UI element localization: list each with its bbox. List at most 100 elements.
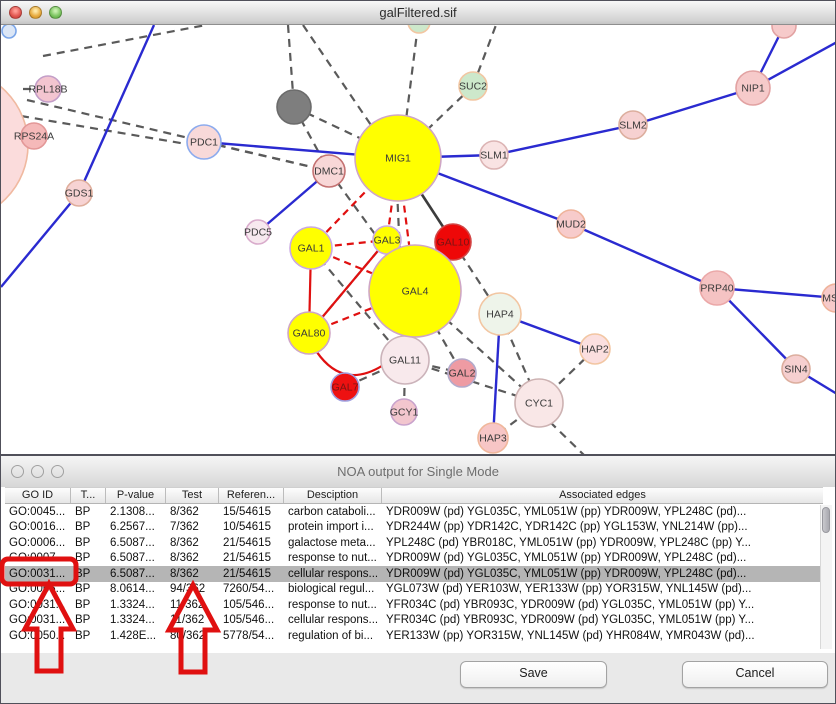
cell-associated-edges: YDR009W (pd) YGL035C, YML051W (pp) YDR00… xyxy=(382,568,823,580)
table-row-4[interactable]: GO:0007...BP6.5087...8/36221/54615respon… xyxy=(5,551,823,567)
cell-t-: BP xyxy=(71,552,106,564)
cell-p-value: 1.3324... xyxy=(106,599,166,611)
cell-t-: BP xyxy=(71,599,106,611)
cell-referen-: 105/546... xyxy=(219,599,284,611)
cell-desciption: biological regul... xyxy=(284,583,382,595)
vertical-scrollbar[interactable] xyxy=(820,505,832,649)
cell-desciption: regulation of bi... xyxy=(284,630,382,642)
cell-test: 80/362 xyxy=(166,630,219,642)
graph-edge-dash xyxy=(43,25,206,56)
cell-go-id: GO:0031... xyxy=(5,599,71,611)
table-row-2[interactable]: GO:0016...BP6.2567...7/36210/54615protei… xyxy=(5,520,823,536)
cell-test: 7/362 xyxy=(166,521,219,533)
cell-associated-edges: YFR034C (pd) YBR093C, YDR009W (pd) YGL03… xyxy=(382,614,823,626)
graph-node-label-GAL4: GAL4 xyxy=(402,286,429,298)
graph-node-label-SUC2: SUC2 xyxy=(459,81,487,93)
cell-referen-: 15/54615 xyxy=(219,506,284,518)
cell-go-id: GO:0050... xyxy=(5,630,71,642)
graph-edge-pp xyxy=(79,25,154,193)
cell-test: 11/362 xyxy=(166,599,219,611)
cell-go-id: GO:0006... xyxy=(5,537,71,549)
graph-node-label-RPS24A: RPS24A xyxy=(14,131,54,143)
graph-node-green-sliver[interactable] xyxy=(408,25,430,33)
cell-go-id: GO:0045... xyxy=(5,506,71,518)
cell-test: 8/362 xyxy=(166,506,219,518)
scrollbar-thumb[interactable] xyxy=(822,507,830,533)
graph-edge-pp xyxy=(1,193,79,287)
column-header-p-value[interactable]: P-value xyxy=(106,488,166,503)
cell-desciption: cellular respons... xyxy=(284,614,382,626)
table-row-5-selected[interactable]: GO:0031...BP6.5087...8/36221/54615cellul… xyxy=(5,566,823,582)
graph-node-label-PDC5: PDC5 xyxy=(244,227,272,239)
cell-associated-edges: YFR034C (pd) YBR093C, YDR009W (pd) YGL03… xyxy=(382,599,823,611)
graph-node-label-GCY1: GCY1 xyxy=(390,407,419,419)
graph-edge-red xyxy=(313,346,385,375)
column-header-test[interactable]: Test xyxy=(166,488,219,503)
cell-desciption: cellular respons... xyxy=(284,568,382,580)
cell-t-: BP xyxy=(71,506,106,518)
cell-p-value: 8.0614... xyxy=(106,583,166,595)
results-table-header: GO IDT...P-valueTestReferen...Desciption… xyxy=(5,487,823,504)
noa-window-title: NOA output for Single Mode xyxy=(1,456,835,487)
cell-t-: BP xyxy=(71,568,106,580)
zoom-button[interactable] xyxy=(49,6,62,19)
graph-node-label-DMC1: DMC1 xyxy=(314,166,344,178)
cell-p-value: 6.5087... xyxy=(106,537,166,549)
graph-node-label-PDC1: PDC1 xyxy=(190,137,218,149)
cell-associated-edges: YPL248C (pd) YBR018C, YML051W (pp) YDR00… xyxy=(382,537,823,549)
cell-desciption: galactose meta... xyxy=(284,537,382,549)
graph-node-label-SLM2: SLM2 xyxy=(619,120,647,132)
graph-window-title: galFiltered.sif xyxy=(1,1,835,24)
graph-node-pink-top[interactable] xyxy=(772,25,796,38)
graph-node-label-NIP1: NIP1 xyxy=(741,83,765,95)
graph-node-label-MSL5: MSL5 xyxy=(822,293,835,305)
noa-window-titlebar[interactable]: NOA output for Single Mode xyxy=(1,456,835,488)
column-header-desciption[interactable]: Desciption xyxy=(284,488,382,503)
table-row-3[interactable]: GO:0006...BP6.5087...8/36221/54615galact… xyxy=(5,535,823,551)
cell-referen-: 10/54615 xyxy=(219,521,284,533)
minimize-button[interactable] xyxy=(29,6,42,19)
network-canvas[interactable]: RPL18B RPS24A GDS1 PDC1 DMC1 MIG1 SUC2 SLM1 SLM2… xyxy=(1,25,835,454)
table-row-6[interactable]: GO:0065...BP8.0614...94/3627260/54...bio… xyxy=(5,582,823,598)
column-header-referen-[interactable]: Referen... xyxy=(219,488,284,503)
cell-t-: BP xyxy=(71,630,106,642)
cell-associated-edges: YDR009W (pd) YGL035C, YML051W (pp) YDR00… xyxy=(382,506,823,518)
cell-referen-: 5778/54... xyxy=(219,630,284,642)
cancel-button[interactable]: Cancel xyxy=(682,661,828,688)
cell-go-id: GO:0016... xyxy=(5,521,71,533)
close-button[interactable] xyxy=(9,6,22,19)
graph-node-label-GAL10: GAL10 xyxy=(437,237,470,249)
table-row-9[interactable]: GO:0050...BP1.428E...80/3625778/54...reg… xyxy=(5,628,823,644)
cell-associated-edges: YDR009W (pd) YGL035C, YML051W (pp) YDR00… xyxy=(382,552,823,564)
cell-p-value: 1.3324... xyxy=(106,614,166,626)
table-row-1[interactable]: GO:0045...BP2.1308...8/36215/54615carbon… xyxy=(5,504,823,520)
column-header-associated-edges[interactable]: Associated edges xyxy=(382,488,823,503)
cell-p-value: 6.2567... xyxy=(106,521,166,533)
graph-node-label-CYC1: CYC1 xyxy=(525,398,553,410)
graph-node-label-GAL3: GAL3 xyxy=(374,235,401,247)
graph-edge-dash xyxy=(303,25,375,131)
cell-p-value: 6.5087... xyxy=(106,552,166,564)
graph-edge-dash xyxy=(550,422,586,454)
table-row-7[interactable]: GO:0031...BP1.3324...11/362105/546...res… xyxy=(5,597,823,613)
graph-node-tiny-top-left[interactable] xyxy=(2,25,16,38)
cell-referen-: 21/54615 xyxy=(219,568,284,580)
graph-node-label-RPL18B: RPL18B xyxy=(28,84,67,96)
save-button[interactable]: Save xyxy=(460,661,607,688)
cell-test: 8/362 xyxy=(166,552,219,564)
graph-edge-pp xyxy=(571,224,717,288)
graph-node-gray-node[interactable] xyxy=(277,90,311,124)
graph-node-label-MIG1: MIG1 xyxy=(385,153,411,165)
cell-desciption: protein import i... xyxy=(284,521,382,533)
graph-node-label-SLM1: SLM1 xyxy=(480,150,508,162)
network-graph: RPL18B RPS24A GDS1 PDC1 DMC1 MIG1 SUC2 SLM1 SLM2… xyxy=(1,25,835,454)
column-header-t-[interactable]: T... xyxy=(71,488,106,503)
column-header-go-id[interactable]: GO ID xyxy=(5,488,71,503)
cell-p-value: 6.5087... xyxy=(106,568,166,580)
cell-go-id: GO:0007... xyxy=(5,552,71,564)
cell-referen-: 21/54615 xyxy=(219,537,284,549)
graph-node-label-GDS1: GDS1 xyxy=(65,188,94,200)
table-row-8[interactable]: GO:0031...BP1.3324...11/362105/546...cel… xyxy=(5,613,823,629)
graph-window-titlebar[interactable]: galFiltered.sif xyxy=(1,1,835,25)
graph-node-label-GAL80: GAL80 xyxy=(293,328,326,340)
